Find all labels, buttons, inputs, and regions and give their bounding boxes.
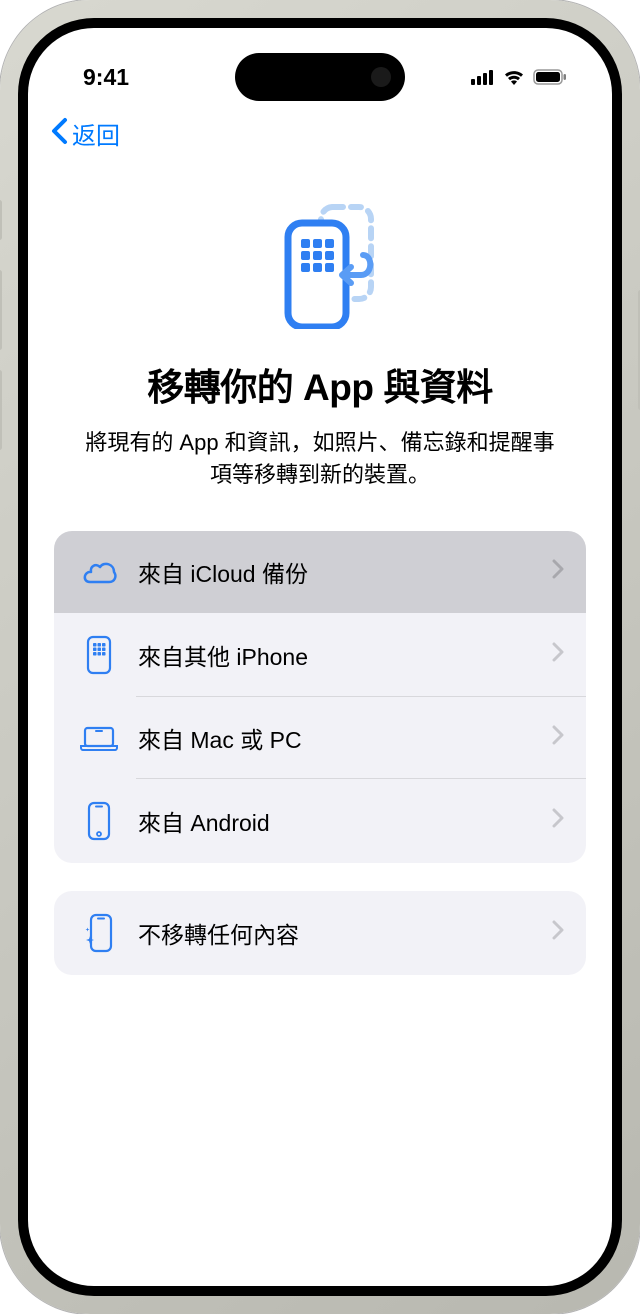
iphone-apps-icon bbox=[76, 635, 122, 675]
option-label: 來自 iCloud 備份 bbox=[138, 555, 552, 589]
option-dont-transfer[interactable]: 不移轉任何內容 bbox=[54, 891, 586, 975]
nav-bar: 返回 bbox=[28, 98, 612, 169]
back-button[interactable]: 返回 bbox=[50, 116, 120, 151]
page-title: 移轉你的 App 與資料 bbox=[68, 357, 572, 411]
chevron-right-icon bbox=[552, 642, 564, 668]
option-from-iphone[interactable]: 來自其他 iPhone bbox=[54, 613, 586, 697]
option-label: 來自其他 iPhone bbox=[138, 638, 552, 672]
chevron-left-icon bbox=[50, 117, 68, 151]
primary-option-group: 來自 iCloud 備份 來自其他 iPhone bbox=[54, 531, 586, 863]
cellular-signal-icon bbox=[471, 69, 495, 85]
secondary-option-group: 不移轉任何內容 bbox=[54, 891, 586, 975]
chevron-right-icon bbox=[552, 920, 564, 946]
phone-sparkle-icon bbox=[76, 913, 122, 953]
cloud-icon bbox=[76, 558, 122, 586]
page-subtitle: 將現有的 App 和資訊，如照片、備忘錄和提醒事項等移轉到新的裝置。 bbox=[68, 427, 572, 491]
options-container: 來自 iCloud 備份 來自其他 iPhone bbox=[28, 531, 612, 975]
volume-down-button bbox=[0, 370, 2, 450]
option-label: 來自 Android bbox=[138, 804, 552, 838]
phone-icon bbox=[76, 801, 122, 841]
volume-up-button bbox=[0, 270, 2, 350]
chevron-right-icon bbox=[552, 559, 564, 585]
device-frame: 9:41 返回 bbox=[0, 0, 640, 1314]
wifi-icon bbox=[503, 69, 525, 85]
option-label: 來自 Mac 或 PC bbox=[138, 721, 552, 755]
battery-icon bbox=[533, 69, 567, 85]
option-from-mac-pc[interactable]: 來自 Mac 或 PC bbox=[54, 697, 586, 779]
dynamic-island bbox=[235, 53, 405, 101]
header-section: 移轉你的 App 與資料 將現有的 App 和資訊，如照片、備忘錄和提醒事項等移… bbox=[28, 169, 612, 531]
laptop-icon bbox=[76, 724, 122, 752]
option-from-icloud[interactable]: 來自 iCloud 備份 bbox=[54, 531, 586, 613]
option-from-android[interactable]: 來自 Android bbox=[54, 779, 586, 863]
chevron-right-icon bbox=[552, 808, 564, 834]
back-label: 返回 bbox=[72, 116, 120, 151]
status-time: 9:41 bbox=[83, 64, 129, 91]
chevron-right-icon bbox=[552, 725, 564, 751]
side-button bbox=[0, 200, 2, 240]
transfer-hero-icon bbox=[255, 199, 385, 329]
option-label: 不移轉任何內容 bbox=[138, 916, 552, 950]
